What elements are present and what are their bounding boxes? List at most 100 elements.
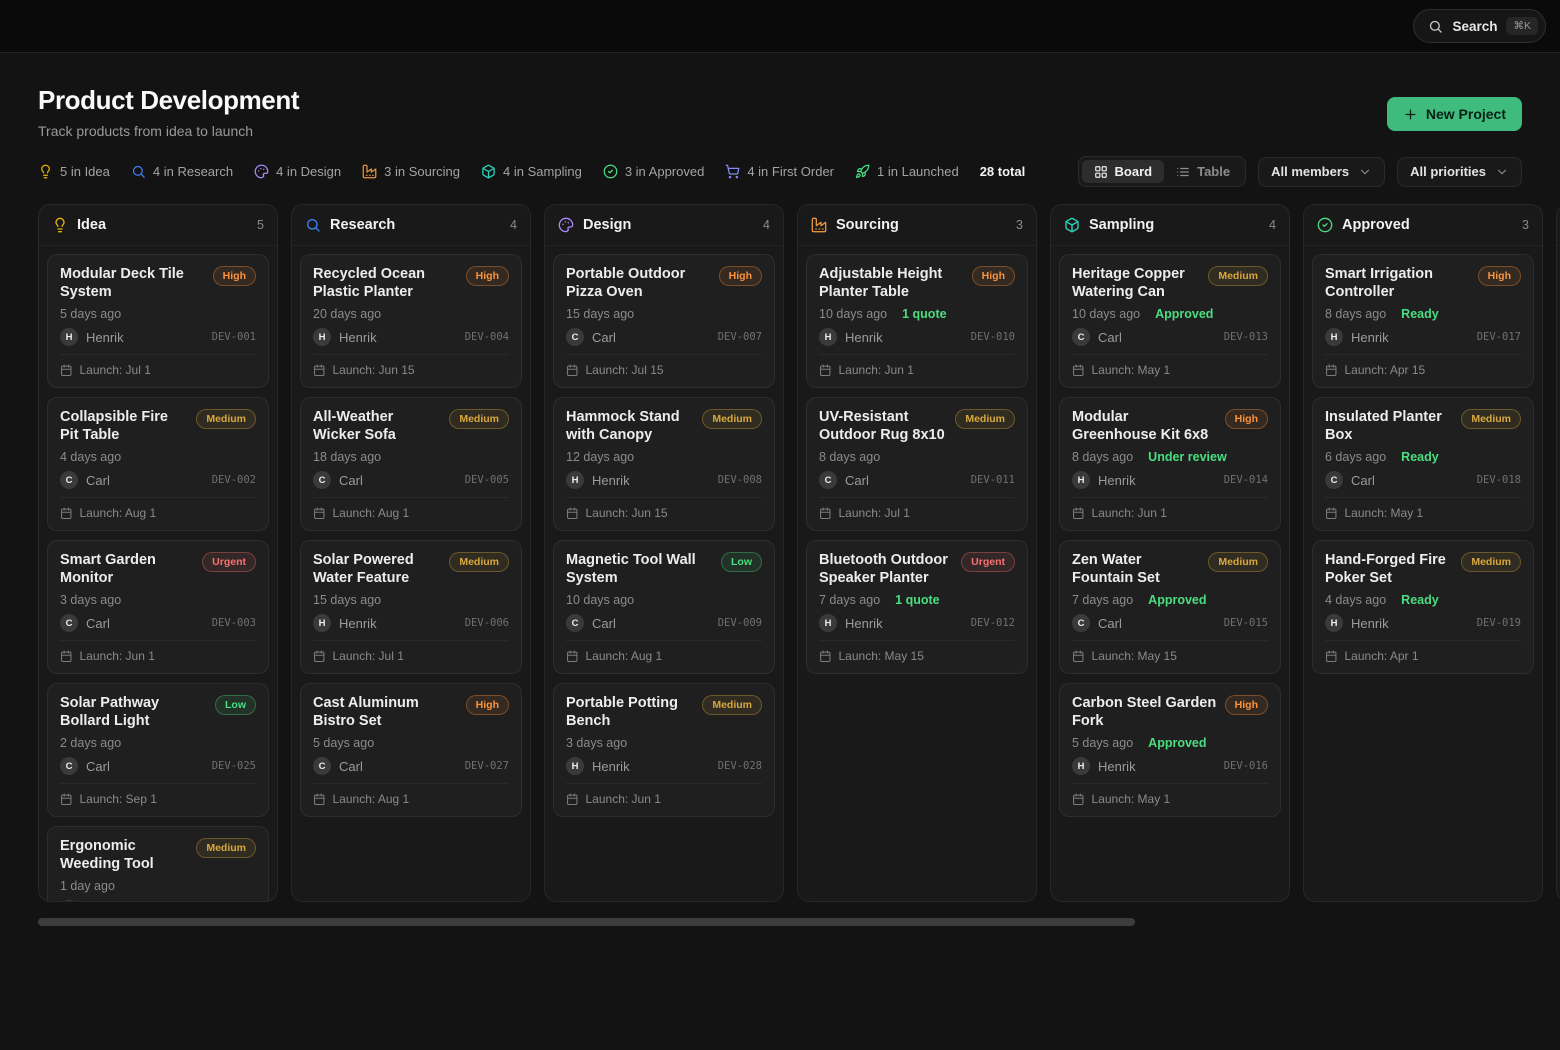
column-sampling: Sampling 4 Heritage Copper Watering Can …	[1050, 204, 1290, 902]
view-option-table[interactable]: Table	[1164, 160, 1242, 183]
launch-date: Launch: Jul 1	[80, 363, 151, 377]
avatar: C	[60, 614, 78, 632]
avatar: H	[313, 614, 331, 632]
card-title: Smart Irrigation Controller	[1325, 265, 1470, 301]
project-card-dev-003[interactable]: Smart Garden Monitor Urgent 3 days ago C…	[47, 540, 269, 674]
horizontal-scrollbar[interactable]	[38, 918, 1522, 926]
stat-4-in-design: 4 in Design	[254, 164, 341, 179]
calendar-icon	[60, 650, 73, 663]
calendar-icon	[1072, 507, 1085, 520]
card-id: DEV-005	[465, 474, 509, 486]
column-cards: Adjustable Height Planter Table High 10 …	[798, 246, 1036, 682]
assignee-name: Henrik	[1098, 473, 1136, 488]
stat-label: 3 in Approved	[625, 164, 705, 179]
project-card-dev-018[interactable]: Insulated Planter Box Medium 6 days ago …	[1312, 397, 1534, 531]
project-card-dev-015[interactable]: Zen Water Fountain Set Medium 7 days ago…	[1059, 540, 1281, 674]
scrollbar-thumb[interactable]	[38, 918, 1135, 926]
avatar: C	[313, 471, 331, 489]
project-card-dev-004[interactable]: Recycled Ocean Plastic Planter High 20 d…	[300, 254, 522, 388]
filter-all-priorities[interactable]: All priorities	[1397, 157, 1522, 187]
calendar-icon	[313, 650, 326, 663]
stats-bar: 5 in Idea4 in Research4 in Design3 in So…	[38, 164, 1025, 179]
search-button[interactable]: Search ⌘K	[1413, 9, 1546, 43]
project-card-dev-011[interactable]: UV-Resistant Outdoor Rug 8x10 Medium 8 d…	[806, 397, 1028, 531]
assignee-name: Carl	[592, 616, 616, 631]
card-status: Ready	[1401, 593, 1439, 607]
card-age: 3 days ago	[60, 593, 121, 607]
project-card-dev-028[interactable]: Portable Potting Bench Medium 3 days ago…	[553, 683, 775, 817]
factory-icon	[811, 217, 827, 233]
filter-label: All priorities	[1410, 164, 1486, 179]
project-card-dev-007[interactable]: Portable Outdoor Pizza Oven High 15 days…	[553, 254, 775, 388]
plus-icon	[1403, 107, 1418, 122]
card-status: Approved	[1155, 307, 1213, 321]
avatar: H	[60, 328, 78, 346]
rocket-icon	[855, 164, 870, 179]
card-id: DEV-004	[465, 331, 509, 343]
assignee-name: Henrik	[1351, 616, 1389, 631]
avatar: H	[566, 471, 584, 489]
project-card-dev-016[interactable]: Carbon Steel Garden Fork High 5 days ago…	[1059, 683, 1281, 817]
card-title: Portable Outdoor Pizza Oven	[566, 265, 711, 301]
package-icon	[481, 164, 496, 179]
project-card-dev-026[interactable]: Ergonomic Weeding Tool Medium 1 day ago …	[47, 826, 269, 901]
card-status: 1 quote	[902, 307, 946, 321]
page-title: Product Development	[38, 85, 299, 116]
stat-label: 4 in First Order	[747, 164, 834, 179]
card-id: DEV-013	[1224, 331, 1268, 343]
project-card-dev-025[interactable]: Solar Pathway Bollard Light Low 2 days a…	[47, 683, 269, 817]
calendar-icon	[60, 364, 73, 377]
calendar-icon	[313, 364, 326, 377]
project-card-dev-008[interactable]: Hammock Stand with Canopy Medium 12 days…	[553, 397, 775, 531]
column-count: 3	[1522, 218, 1529, 232]
column-title: Research	[330, 217, 395, 233]
new-project-button[interactable]: New Project	[1387, 97, 1522, 131]
board-toolbar: BoardTable All members All priorities	[1078, 156, 1522, 187]
launch-date: Launch: Sep 1	[80, 792, 157, 806]
project-card-dev-017[interactable]: Smart Irrigation Controller High 8 days …	[1312, 254, 1534, 388]
avatar: H	[1325, 328, 1343, 346]
card-id: DEV-006	[465, 617, 509, 629]
page: Product Development Track products from …	[0, 53, 1560, 926]
view-option-board[interactable]: Board	[1082, 160, 1165, 183]
project-card-dev-001[interactable]: Modular Deck Tile System High 5 days ago…	[47, 254, 269, 388]
project-card-dev-002[interactable]: Collapsible Fire Pit Table Medium 4 days…	[47, 397, 269, 531]
priority-badge: Medium	[196, 838, 256, 858]
card-title: Modular Greenhouse Kit 6x8	[1072, 408, 1217, 444]
view-toggle: BoardTable	[1078, 156, 1247, 187]
list-icon	[1176, 165, 1190, 179]
project-card-dev-005[interactable]: All-Weather Wicker Sofa Medium 18 days a…	[300, 397, 522, 531]
card-title: Magnetic Tool Wall System	[566, 551, 713, 587]
card-title: Adjustable Height Planter Table	[819, 265, 964, 301]
priority-badge: Low	[721, 552, 762, 572]
calendar-icon	[1072, 364, 1085, 377]
column-count: 3	[1016, 218, 1023, 232]
column-count: 4	[1269, 218, 1276, 232]
launch-date: Launch: Jun 1	[586, 792, 661, 806]
card-title: Collapsible Fire Pit Table	[60, 408, 188, 444]
project-card-dev-012[interactable]: Bluetooth Outdoor Speaker Planter Urgent…	[806, 540, 1028, 674]
calendar-icon	[313, 793, 326, 806]
card-title: Carbon Steel Garden Fork	[1072, 694, 1217, 730]
filter-all-members[interactable]: All members	[1258, 157, 1385, 187]
priority-badge: Medium	[449, 409, 509, 429]
priority-badge: High	[972, 266, 1015, 286]
project-card-dev-013[interactable]: Heritage Copper Watering Can Medium 10 d…	[1059, 254, 1281, 388]
project-card-dev-009[interactable]: Magnetic Tool Wall System Low 10 days ag…	[553, 540, 775, 674]
project-card-dev-019[interactable]: Hand-Forged Fire Poker Set Medium 4 days…	[1312, 540, 1534, 674]
avatar: H	[1072, 757, 1090, 775]
avatar: H	[313, 328, 331, 346]
priority-badge: High	[1225, 409, 1268, 429]
priority-badge: Medium	[702, 409, 762, 429]
priority-badge: High	[1478, 266, 1521, 286]
project-card-dev-027[interactable]: Cast Aluminum Bistro Set High 5 days ago…	[300, 683, 522, 817]
project-card-dev-006[interactable]: Solar Powered Water Feature Medium 15 da…	[300, 540, 522, 674]
project-card-dev-010[interactable]: Adjustable Height Planter Table High 10 …	[806, 254, 1028, 388]
priority-badge: Medium	[196, 409, 256, 429]
card-title: Cast Aluminum Bistro Set	[313, 694, 458, 730]
assignee-name: Carl	[592, 330, 616, 345]
project-card-dev-014[interactable]: Modular Greenhouse Kit 6x8 High 8 days a…	[1059, 397, 1281, 531]
column-research: Research 4 Recycled Ocean Plastic Plante…	[291, 204, 531, 902]
calendar-icon	[819, 650, 832, 663]
launch-date: Launch: May 1	[1092, 363, 1171, 377]
